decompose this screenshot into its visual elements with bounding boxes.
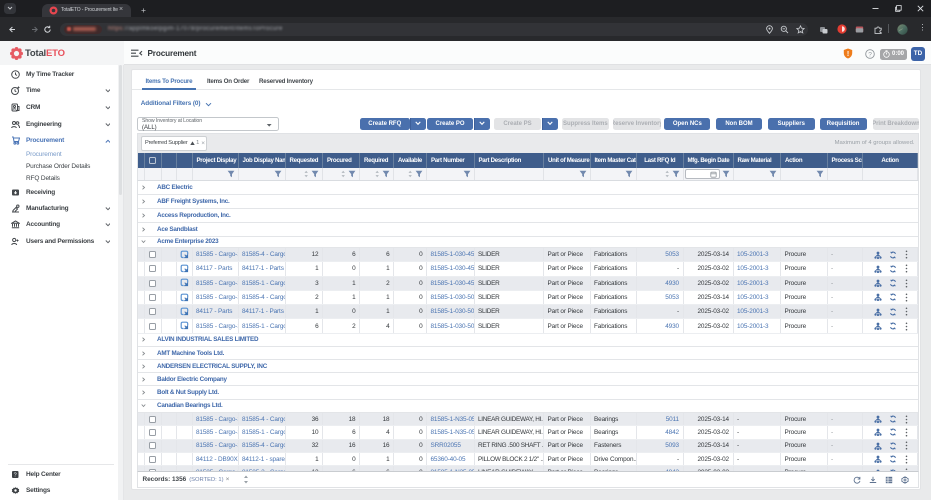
svg-text:!: !	[847, 51, 849, 58]
svg-text:?: ?	[868, 51, 872, 58]
svg-text:?: ?	[14, 473, 17, 479]
